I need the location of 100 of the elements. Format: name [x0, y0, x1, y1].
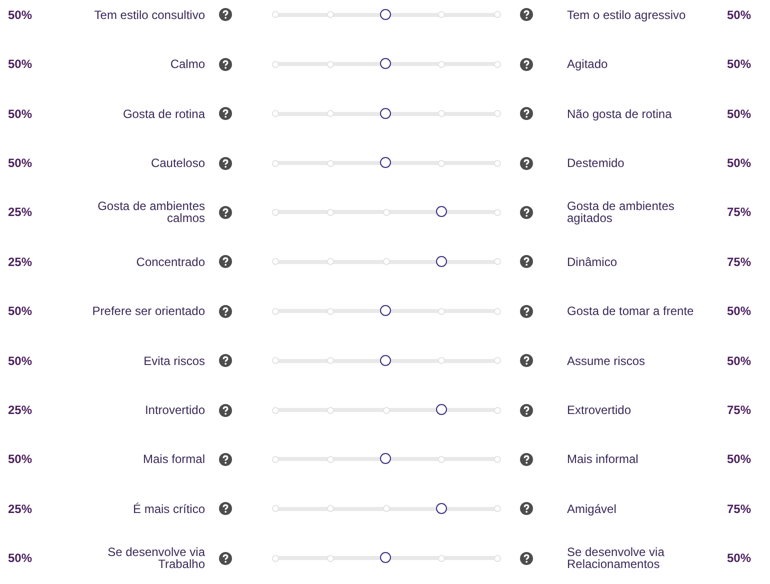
slider-thumb[interactable] — [436, 206, 446, 218]
trait-label: Gosta de ambientes agitados — [567, 200, 676, 224]
help-icon[interactable] — [219, 107, 232, 120]
trait-label: Gosta de rotina — [122, 108, 205, 120]
help-icon[interactable] — [219, 452, 232, 466]
tick-mark — [272, 456, 278, 463]
help-icon[interactable] — [520, 206, 533, 219]
slider-thumb[interactable] — [380, 354, 391, 366]
trait-label: Introvertido — [144, 404, 205, 416]
percentage-value: 50% — [726, 354, 751, 368]
trait-label: Gosta de ambientes calmos — [96, 200, 205, 224]
percentage-value: 75% — [726, 254, 751, 269]
percentage-value: 25% — [8, 403, 34, 418]
slider-thumb[interactable] — [380, 108, 391, 119]
percentage-value: 50% — [726, 106, 751, 121]
trait-label: Concentrado — [135, 256, 205, 268]
help-icon[interactable] — [219, 58, 232, 71]
help-icon[interactable] — [219, 156, 232, 170]
slider-thumb[interactable] — [436, 404, 446, 416]
help-icon[interactable] — [219, 502, 232, 516]
help-icon[interactable] — [219, 206, 232, 219]
percentage-value: 50% — [8, 304, 34, 318]
tick-mark — [382, 208, 390, 216]
percentage-value: 75% — [726, 502, 751, 516]
tick-mark — [494, 505, 500, 512]
tick-mark — [327, 258, 334, 266]
tick-mark — [272, 554, 278, 562]
percentage-value: 25% — [8, 502, 34, 516]
trait-label: Destemido — [567, 157, 626, 170]
help-icon[interactable] — [219, 255, 232, 268]
tick-mark — [438, 160, 445, 167]
slider-thumb[interactable] — [380, 552, 391, 564]
tick-mark — [327, 357, 334, 364]
trait-label: Mais informal — [567, 453, 640, 466]
trait-label: Extrovertido — [567, 404, 632, 416]
percentage-value: 50% — [8, 8, 34, 22]
help-icon[interactable] — [520, 304, 533, 318]
tick-mark — [327, 505, 334, 512]
tick-mark — [272, 505, 278, 512]
help-icon[interactable] — [219, 552, 232, 565]
tick-mark — [272, 11, 278, 18]
percentage-value: 50% — [726, 57, 751, 72]
slider-thumb[interactable] — [380, 157, 391, 168]
trait-label: Agitado — [567, 58, 609, 70]
percentage-value: 50% — [8, 452, 34, 466]
tick-mark — [327, 308, 334, 315]
percentage-value: 50% — [726, 452, 751, 466]
percentage-value: 75% — [726, 205, 751, 220]
help-icon[interactable] — [520, 107, 533, 120]
help-icon[interactable] — [520, 156, 533, 170]
tick-mark — [438, 60, 445, 68]
percentage-value: 50% — [726, 304, 751, 318]
help-icon[interactable] — [219, 354, 232, 368]
help-icon[interactable] — [520, 552, 533, 565]
tick-mark — [272, 357, 278, 364]
trait-label: Tem o estilo agressivo — [567, 8, 687, 21]
help-icon[interactable] — [520, 452, 533, 466]
tick-mark — [272, 110, 278, 118]
tick-mark — [438, 11, 445, 18]
tick-mark — [272, 60, 278, 68]
slider-thumb[interactable] — [380, 453, 391, 464]
slider-thumb[interactable] — [380, 58, 391, 70]
help-icon[interactable] — [520, 8, 533, 22]
trait-label: Calmo — [169, 58, 205, 70]
tick-mark — [494, 160, 500, 167]
trait-label: Cauteloso — [150, 157, 205, 170]
tick-mark — [327, 60, 334, 68]
tick-mark — [494, 456, 500, 463]
trait-label: Prefere ser orientado — [91, 305, 205, 318]
slider-thumb[interactable] — [380, 8, 391, 20]
tick-mark — [327, 406, 334, 414]
percentage-value: 50% — [8, 106, 34, 121]
trait-label: Se desenvolve via Trabalho — [106, 546, 205, 570]
tick-mark — [382, 505, 390, 512]
trait-label: Assume riscos — [567, 354, 646, 367]
help-icon[interactable] — [520, 58, 533, 71]
slider-thumb[interactable] — [436, 502, 446, 514]
slider-thumb[interactable] — [436, 256, 446, 267]
tick-mark — [272, 160, 278, 167]
help-icon[interactable] — [219, 304, 232, 318]
help-icon[interactable] — [520, 404, 533, 417]
slider-thumb[interactable] — [380, 305, 391, 316]
trait-label: Não gosta de rotina — [567, 108, 673, 120]
help-icon[interactable] — [520, 255, 533, 268]
tick-mark — [494, 60, 500, 68]
help-icon[interactable] — [520, 354, 533, 368]
help-icon[interactable] — [219, 8, 232, 22]
help-icon[interactable] — [520, 502, 533, 516]
trait-label: É mais crítico — [132, 502, 205, 515]
tick-mark — [272, 308, 278, 315]
trait-label: Amigável — [567, 502, 618, 515]
tick-mark — [438, 554, 445, 562]
trait-label: Se desenvolve via Relacionamentos — [567, 546, 666, 570]
help-icon[interactable] — [219, 404, 232, 417]
trait-label: Evita riscos — [142, 354, 205, 367]
tick-mark — [494, 11, 500, 18]
tick-mark — [438, 308, 445, 315]
tick-mark — [327, 11, 334, 18]
tick-mark — [327, 208, 334, 216]
percentage-value: 25% — [8, 254, 34, 269]
